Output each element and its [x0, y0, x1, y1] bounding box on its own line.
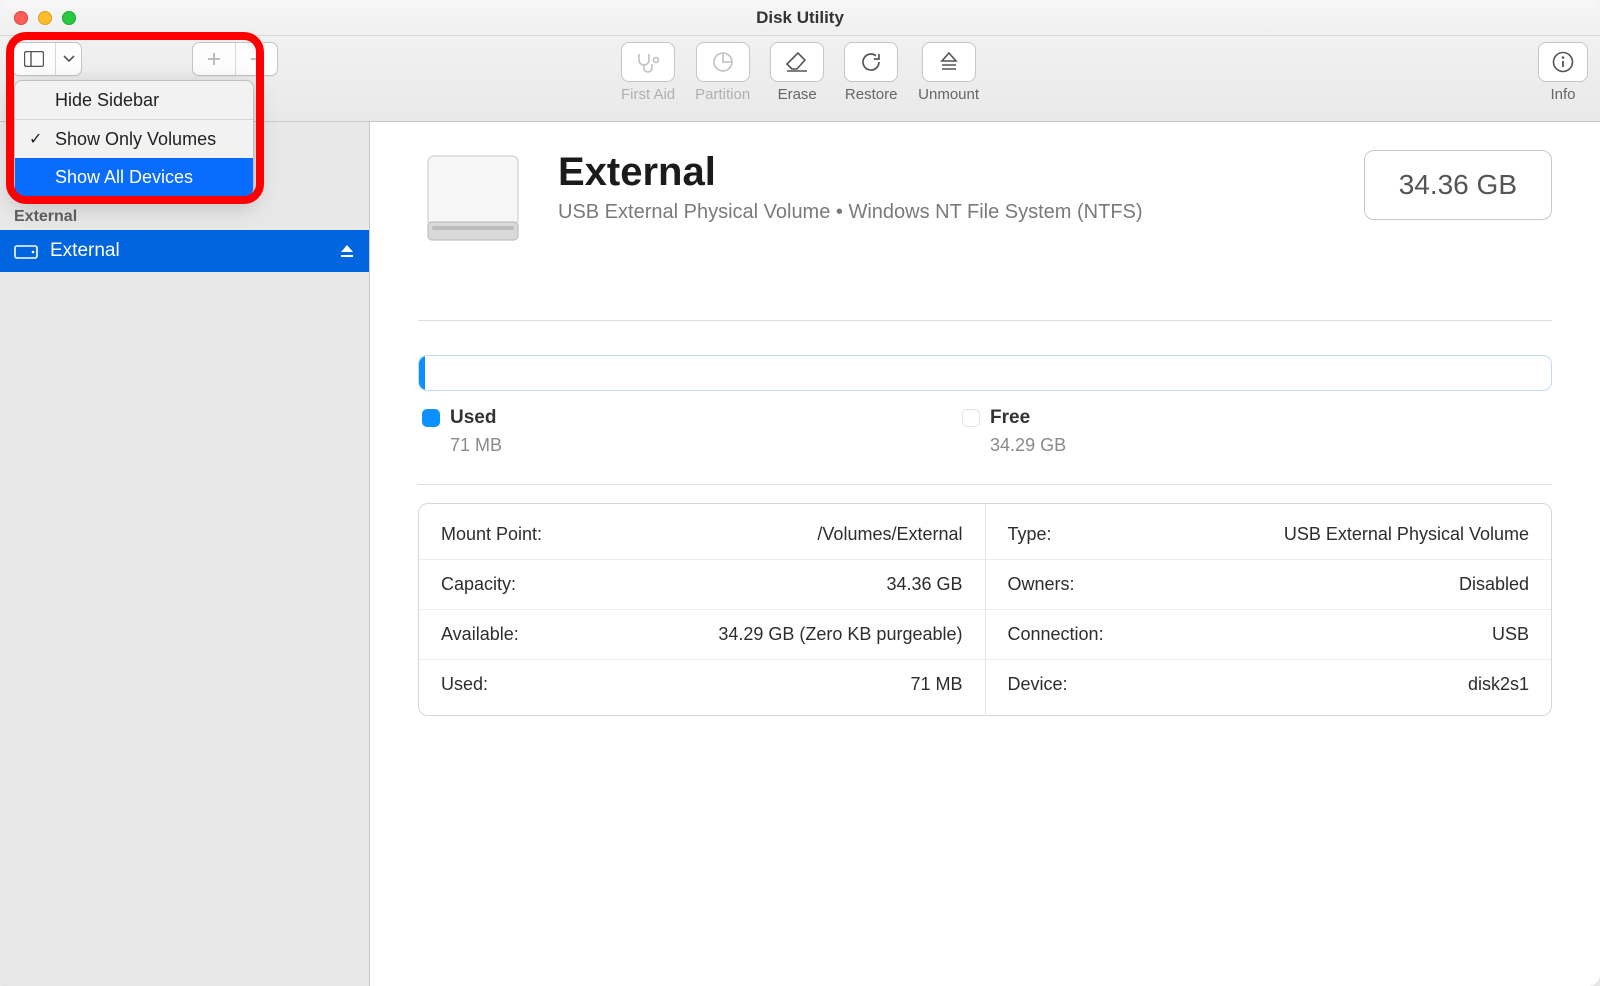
k-used: Used:	[441, 674, 488, 695]
swatch-free	[962, 409, 980, 427]
restore-icon	[859, 50, 883, 74]
disk-utility-window: Disk Utility	[0, 0, 1600, 986]
row-mount-point: Mount Point: /Volumes/External	[419, 510, 985, 559]
legend-free-label: Free	[990, 407, 1030, 429]
v-dev: disk2s1	[1468, 674, 1529, 695]
sidebar-item-label: External	[50, 240, 120, 262]
minus-icon	[249, 51, 265, 67]
legend-used-value: 71 MB	[450, 435, 502, 456]
traffic-lights	[14, 11, 76, 25]
add-volume-button[interactable]	[193, 43, 235, 75]
v-mount: /Volumes/External	[817, 524, 962, 545]
volume-name: External	[558, 150, 1143, 195]
swatch-used	[422, 409, 440, 427]
chevron-down-icon	[63, 55, 75, 63]
first-aid-button[interactable]: First Aid	[621, 42, 675, 103]
volume-text: External USB External Physical Volume • …	[558, 150, 1143, 224]
plus-icon	[206, 51, 222, 67]
k-avail: Available:	[441, 624, 519, 645]
sidebar-item-external[interactable]: External	[0, 230, 369, 272]
k-dev: Device:	[1008, 674, 1068, 695]
sidebar-view-menu-button[interactable]	[55, 43, 81, 75]
window-title: Disk Utility	[0, 8, 1600, 28]
unmount-label: Unmount	[918, 86, 979, 103]
legend-used-label: Used	[450, 407, 496, 429]
volume-hero: External USB External Physical Volume • …	[418, 150, 1552, 320]
capacity-badge: 34.36 GB	[1364, 150, 1552, 220]
row-used: Used: 71 MB	[419, 659, 985, 709]
details-table: Mount Point: /Volumes/External Capacity: 3…	[418, 503, 1552, 716]
row-connection: Connection: USB	[986, 609, 1552, 659]
sidebar: External External	[0, 122, 370, 986]
v-type: USB External Physical Volume	[1284, 524, 1529, 545]
v-cap: 34.36 GB	[886, 574, 962, 595]
details-col-right: Type: USB External Physical Volume Owners…	[985, 504, 1552, 715]
v-used: 71 MB	[910, 674, 962, 695]
usage-bar-used	[419, 356, 425, 390]
external-drive-icon	[418, 150, 528, 250]
stethoscope-icon	[635, 51, 661, 73]
separator	[418, 484, 1552, 485]
zoom-button[interactable]	[62, 11, 76, 25]
sidebar-icon	[24, 51, 44, 67]
usage-section: Used 71 MB Free 34.29 GB	[418, 321, 1552, 484]
k-type: Type:	[1008, 524, 1052, 545]
body: External External Extern	[0, 122, 1600, 986]
info-label: Info	[1550, 86, 1575, 103]
erase-button[interactable]: Erase	[770, 42, 824, 103]
restore-button[interactable]: Restore	[844, 42, 898, 103]
erase-label: Erase	[778, 86, 817, 103]
row-type: Type: USB External Physical Volume	[986, 510, 1552, 559]
unmount-button[interactable]: Unmount	[918, 42, 979, 103]
k-own: Owners:	[1008, 574, 1075, 595]
toolbar-left	[12, 42, 278, 76]
sidebar-view-menu: Hide Sidebar Show Only Volumes Show All …	[14, 80, 254, 197]
usage-legend: Used 71 MB Free 34.29 GB	[418, 407, 1552, 456]
titlebar: Disk Utility	[0, 0, 1600, 36]
sidebar-view-segmented	[12, 42, 82, 76]
usage-bar	[418, 355, 1552, 391]
row-available: Available: 34.29 GB (Zero KB purgeable)	[419, 609, 985, 659]
v-conn: USB	[1492, 624, 1529, 645]
info-icon	[1551, 50, 1575, 74]
volume-subtitle: USB External Physical Volume • Windows N…	[558, 201, 1143, 224]
partition-label: Partition	[695, 86, 750, 103]
sidebar-section-external: External	[0, 202, 369, 230]
k-cap: Capacity:	[441, 574, 516, 595]
row-capacity: Capacity: 34.36 GB	[419, 559, 985, 609]
row-owners: Owners: Disabled	[986, 559, 1552, 609]
restore-label: Restore	[845, 86, 898, 103]
row-device: Device: disk2s1	[986, 659, 1552, 709]
volume-add-remove-segmented	[192, 42, 278, 76]
eject-button[interactable]	[339, 243, 355, 259]
v-own: Disabled	[1459, 574, 1529, 595]
unmount-icon	[938, 50, 960, 74]
eject-icon	[339, 243, 355, 259]
partition-button[interactable]: Partition	[695, 42, 750, 103]
toolbar-center: First Aid Partition Erase Restore Unmoun…	[621, 42, 979, 103]
minimize-button[interactable]	[38, 11, 52, 25]
close-button[interactable]	[14, 11, 28, 25]
menu-hide-sidebar[interactable]: Hide Sidebar	[15, 81, 253, 119]
legend-free: Free 34.29 GB	[962, 407, 1066, 456]
remove-volume-button[interactable]	[235, 43, 277, 75]
legend-free-value: 34.29 GB	[990, 435, 1066, 456]
k-conn: Connection:	[1008, 624, 1104, 645]
main-content: External USB External Physical Volume • …	[370, 122, 1600, 986]
details-col-left: Mount Point: /Volumes/External Capacity: 3…	[419, 504, 985, 715]
menu-show-all-devices[interactable]: Show All Devices	[15, 158, 253, 196]
pie-icon	[711, 50, 735, 74]
info-button[interactable]: Info	[1538, 42, 1588, 103]
disk-icon	[14, 242, 38, 260]
menu-show-only-volumes[interactable]: Show Only Volumes	[15, 120, 253, 158]
legend-used: Used 71 MB	[422, 407, 502, 456]
k-mount: Mount Point:	[441, 524, 542, 545]
sidebar-toggle-button[interactable]	[13, 43, 55, 75]
eraser-icon	[784, 51, 810, 73]
volume-large-icon	[418, 150, 528, 250]
first-aid-label: First Aid	[621, 86, 675, 103]
v-avail: 34.29 GB (Zero KB purgeable)	[718, 624, 962, 645]
